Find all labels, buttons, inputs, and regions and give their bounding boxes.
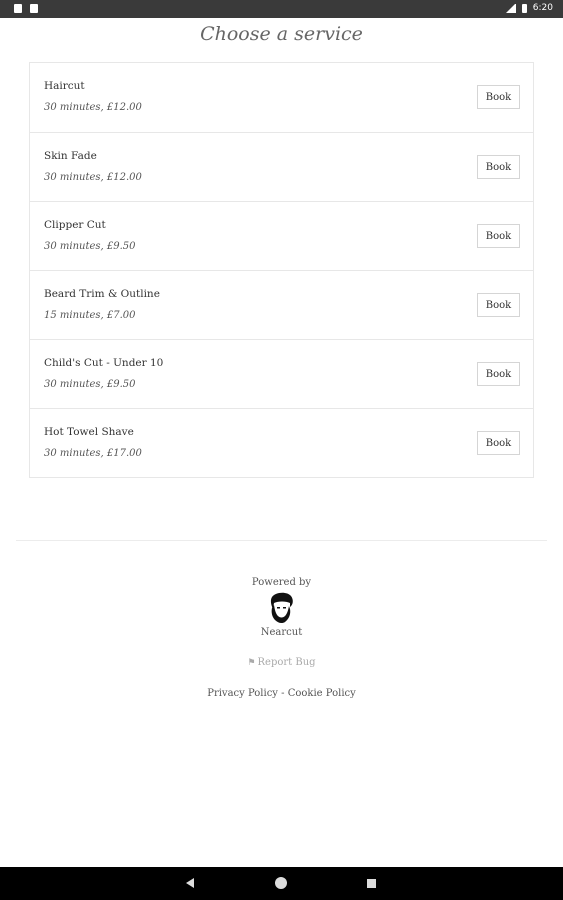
back-icon[interactable] <box>186 878 194 888</box>
notification-icon <box>14 4 22 13</box>
recent-apps-icon[interactable] <box>367 879 376 888</box>
service-row: Child's Cut - Under 10 30 minutes, £9.50… <box>30 339 533 408</box>
signal-icon <box>505 3 516 13</box>
sd-card-icon <box>30 4 38 13</box>
page-title: Choose a service <box>200 23 363 45</box>
book-button[interactable]: Book <box>477 431 520 455</box>
book-button[interactable]: Book <box>477 224 520 248</box>
service-row: Clipper Cut 30 minutes, £9.50 Book <box>30 201 533 270</box>
service-name: Child's Cut - Under 10 <box>44 357 164 369</box>
service-name: Beard Trim & Outline <box>44 288 160 300</box>
status-time: 6:20 <box>532 3 553 13</box>
service-duration-price: 30 minutes, £9.50 <box>44 241 136 252</box>
service-row: Haircut 30 minutes, £12.00 Book <box>30 63 533 132</box>
home-icon[interactable] <box>275 877 287 889</box>
legal-links: Privacy Policy - Cookie Policy <box>0 688 563 699</box>
book-button[interactable]: Book <box>477 155 520 179</box>
cookie-policy-link[interactable]: Cookie Policy <box>288 688 356 699</box>
battery-icon <box>521 3 527 13</box>
service-list: Haircut 30 minutes, £12.00 Book Skin Fad… <box>29 62 534 478</box>
flag-icon: ⚑ <box>247 658 256 668</box>
powered-by-label: Powered by <box>251 577 312 588</box>
book-button[interactable]: Book <box>477 293 520 317</box>
brand-name: Nearcut <box>260 627 303 638</box>
service-name: Haircut <box>44 80 85 92</box>
service-duration-price: 15 minutes, £7.00 <box>44 310 136 321</box>
report-bug-link[interactable]: ⚑ Report Bug <box>0 657 563 668</box>
service-duration-price: 30 minutes, £12.00 <box>44 172 142 183</box>
report-bug-label: Report Bug <box>257 657 316 668</box>
status-bar: 6:20 <box>0 0 563 18</box>
privacy-policy-link[interactable]: Privacy Policy <box>207 688 278 699</box>
legal-separator: - <box>281 688 285 699</box>
service-name: Hot Towel Shave <box>44 426 134 438</box>
nearcut-logo-icon[interactable] <box>266 591 296 625</box>
service-duration-price: 30 minutes, £12.00 <box>44 102 142 113</box>
navigation-bar <box>0 867 563 900</box>
service-duration-price: 30 minutes, £9.50 <box>44 379 136 390</box>
service-row: Skin Fade 30 minutes, £12.00 Book <box>30 132 533 201</box>
service-duration-price: 30 minutes, £17.00 <box>44 448 142 459</box>
book-button[interactable]: Book <box>477 85 520 109</box>
service-row: Hot Towel Shave 30 minutes, £17.00 Book <box>30 408 533 477</box>
service-row: Beard Trim & Outline 15 minutes, £7.00 B… <box>30 270 533 339</box>
book-button[interactable]: Book <box>477 362 520 386</box>
service-name: Skin Fade <box>44 150 97 162</box>
service-name: Clipper Cut <box>44 219 106 231</box>
footer-divider <box>16 540 547 541</box>
